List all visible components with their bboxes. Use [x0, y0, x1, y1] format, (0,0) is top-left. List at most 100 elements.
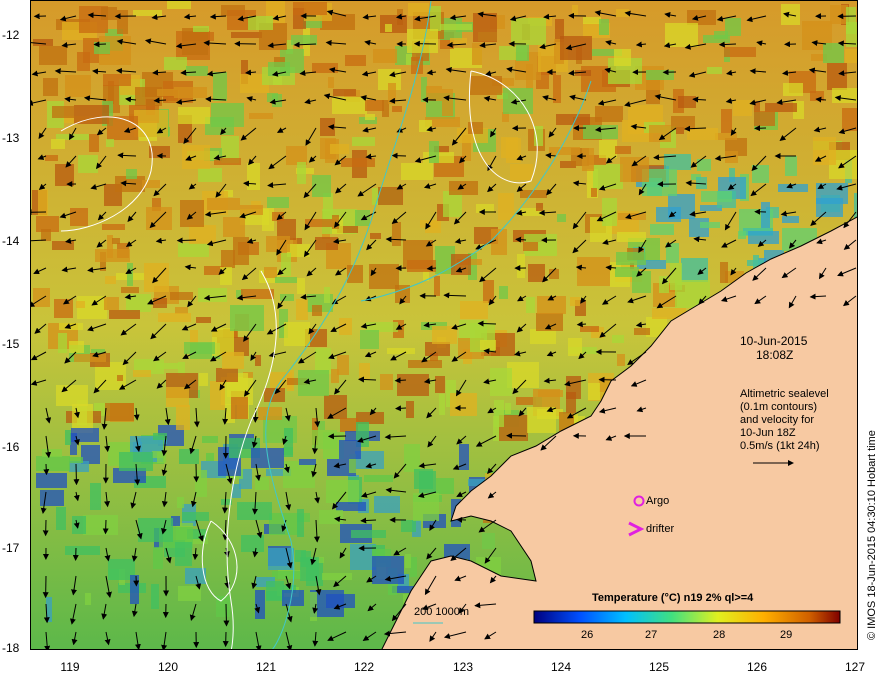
temperature-cell: [707, 67, 722, 74]
temperature-cell: [297, 278, 305, 294]
temperature-cell: [248, 16, 273, 30]
date-label: 10-Jun-2015: [740, 334, 808, 348]
velocity-arrow: [394, 377, 407, 384]
temperature-cell: [490, 368, 512, 396]
temperature-cell: [701, 191, 732, 202]
temperature-cell: [85, 593, 91, 605]
temperature-cell: [560, 36, 592, 60]
temperature-cell: [175, 307, 188, 314]
temperature-cell: [405, 554, 411, 568]
temperature-cell: [167, 1, 191, 9]
credit-text: © IMOS 18-Jun-2015 04:30:10 Hobart time: [866, 430, 878, 640]
temperature-cell: [599, 19, 609, 35]
temperature-cell: [151, 584, 159, 609]
sst-map: [30, 0, 858, 650]
temperature-cell: [392, 222, 401, 246]
velocity-arrow: [102, 519, 109, 535]
temperature-cell: [340, 418, 358, 432]
temperature-cell: [538, 390, 563, 397]
temperature-cell: [593, 164, 623, 189]
temperature-cell: [69, 341, 84, 353]
temperature-cell: [733, 100, 752, 116]
temperature-cell: [56, 385, 88, 406]
temperature-cell: [599, 140, 617, 158]
lat-label: -17: [2, 541, 20, 555]
temperature-cell: [761, 202, 770, 228]
temperature-cell: [230, 305, 264, 331]
temperature-cell: [450, 38, 467, 44]
temperature-cell: [328, 77, 334, 88]
temperature-cell: [553, 75, 561, 103]
temperature-cell: [174, 87, 207, 98]
temperature-cell: [297, 162, 306, 184]
temperature-cell: [615, 146, 631, 154]
temperature-cell: [364, 475, 393, 482]
temperature-cell: [595, 106, 623, 122]
temperature-cell: [65, 546, 100, 555]
temperature-cell: [211, 103, 244, 127]
temperature-cell: [40, 490, 64, 506]
temperature-cell: [583, 125, 618, 139]
temperature-cell: [312, 63, 338, 73]
temperature-cell: [78, 155, 98, 173]
temperature-cell: [426, 86, 442, 101]
temperature-cell: [439, 394, 445, 415]
colorbar-title: Temperature (°C) n19 2% ql>=4: [592, 592, 754, 604]
lon-label: 127: [844, 660, 866, 674]
argo-label: Argo: [646, 495, 670, 507]
temperature-cell: [470, 76, 502, 95]
temperature-cell: [101, 7, 117, 20]
temperature-cell: [429, 141, 439, 163]
temperature-cell: [332, 97, 367, 114]
temperature-cell: [182, 512, 209, 521]
temperature-cell: [41, 229, 51, 241]
temperature-cell: [365, 100, 384, 111]
lon-label: 121: [255, 660, 277, 674]
temperature-cell: [436, 478, 454, 494]
temperature-cell: [337, 355, 349, 375]
credit-container: © IMOS 18-Jun-2015 04:30:10 Hobart time: [866, 4, 880, 640]
temperature-cell: [620, 157, 649, 182]
temperature-cell: [164, 57, 187, 70]
temperature-cell: [401, 163, 433, 180]
temperature-cell: [785, 156, 797, 176]
temperature-cell: [516, 44, 529, 61]
temperature-cell: [264, 267, 277, 278]
temperature-cell: [186, 66, 208, 76]
temperature-cell: [275, 277, 297, 283]
temperature-cell: [634, 328, 650, 335]
temperature-cell: [616, 252, 646, 265]
temperature-cell: [153, 298, 167, 308]
temperature-cell: [267, 197, 289, 208]
temperature-cell: [700, 222, 720, 228]
info-line: Altimetric sealevel: [740, 388, 829, 400]
temperature-cell: [385, 24, 392, 32]
lat-label: -12: [2, 28, 20, 42]
info-block: Altimetric sealevel (0.1m contours) and …: [740, 388, 829, 453]
temperature-cell: [74, 105, 109, 124]
temperature-cell: [339, 440, 361, 459]
temperature-cell: [517, 254, 525, 278]
temperature-cell: [536, 203, 543, 211]
temperature-cell: [678, 96, 696, 108]
temperature-cell: [410, 557, 417, 577]
temperature-cell: [527, 407, 556, 433]
temperature-cell: [221, 250, 235, 268]
temperature-cell: [65, 430, 71, 445]
temperature-cell: [117, 10, 128, 34]
temperature-cell: [468, 122, 483, 134]
temperature-cell: [166, 387, 189, 407]
temperature-cell: [413, 493, 439, 521]
temperature-cell: [832, 88, 857, 103]
temperature-cell: [298, 370, 329, 396]
temperature-cell: [842, 108, 857, 131]
temperature-cell: [266, 236, 290, 252]
temperature-cell: [738, 231, 746, 239]
temperature-cell: [827, 63, 847, 90]
temperature-cell: [720, 262, 728, 283]
temperature-cell: [180, 200, 204, 227]
info-line: 0.5m/s (1kt 24h): [740, 440, 820, 452]
temperature-cell: [178, 107, 210, 124]
temperature-cell: [55, 164, 74, 186]
velocity-arrow: [176, 237, 197, 244]
